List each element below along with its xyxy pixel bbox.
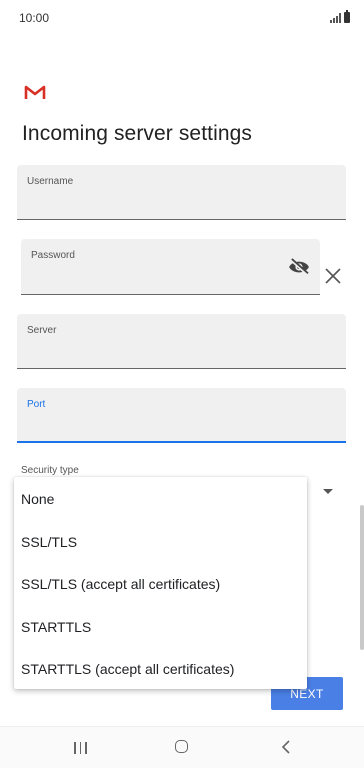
status-icons (330, 10, 350, 23)
menu-item-none[interactable]: None (21, 491, 54, 507)
status-bar: 10:00 (0, 0, 364, 34)
scrollbar[interactable] (360, 505, 364, 650)
status-time: 10:00 (19, 11, 50, 25)
port-label: Port (27, 399, 46, 410)
username-field[interactable]: Username (17, 165, 346, 220)
menu-item-ssl-tls[interactable]: SSL/TLS (21, 534, 77, 550)
home-icon[interactable] (175, 740, 188, 753)
menu-item-starttls-accept-all[interactable]: STARTTLS (accept all certificates) (21, 661, 234, 677)
close-icon[interactable] (324, 267, 342, 285)
dropdown-arrow-icon[interactable] (323, 489, 333, 494)
server-field[interactable]: Server (17, 314, 346, 369)
security-type-label: Security type (21, 465, 79, 476)
password-field[interactable]: Password (21, 239, 320, 295)
password-label: Password (31, 250, 75, 261)
port-field[interactable]: Port (17, 388, 346, 443)
page-title: Incoming server settings (22, 122, 252, 145)
battery-icon (344, 10, 350, 23)
signal-icon (330, 13, 341, 23)
screen: 10:00 Incoming server settings Username … (0, 0, 364, 768)
menu-item-ssl-tls-accept-all[interactable]: SSL/TLS (accept all certificates) (21, 576, 220, 592)
back-icon[interactable] (279, 739, 293, 755)
menu-item-starttls[interactable]: STARTTLS (21, 619, 91, 635)
navigation-bar (0, 726, 364, 768)
username-label: Username (27, 176, 74, 187)
recent-apps-icon[interactable] (74, 742, 87, 754)
security-type-menu: None SSL/TLS SSL/TLS (accept all certifi… (14, 477, 307, 689)
gmail-icon (24, 85, 46, 99)
eye-off-icon[interactable] (288, 258, 310, 276)
server-label: Server (27, 325, 57, 336)
